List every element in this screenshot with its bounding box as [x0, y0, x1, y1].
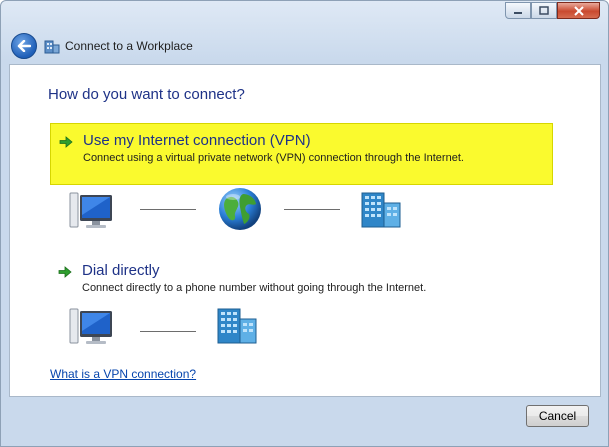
window-title: Connect to a Workplace: [65, 39, 193, 53]
connector-line: [140, 331, 196, 332]
globe-icon: [219, 188, 261, 230]
option-dial-description: Connect directly to a phone number witho…: [82, 282, 427, 294]
dialog-window: Connect to a Workplace How do you want t…: [0, 0, 609, 447]
back-arrow-icon: [17, 40, 31, 52]
close-button[interactable]: [557, 2, 600, 19]
option-dial[interactable]: Dial directly Connect directly to a phon…: [50, 254, 553, 294]
content-panel: How do you want to connect? Use my Inter…: [9, 64, 601, 397]
caption-buttons: [505, 2, 600, 19]
building-icon: [361, 192, 401, 228]
back-button[interactable]: [11, 33, 37, 59]
option-dial-title: Dial directly: [82, 262, 160, 279]
workplace-icon: [44, 40, 60, 54]
green-arrow-icon: [59, 136, 73, 148]
page-heading: How do you want to connect?: [48, 86, 245, 103]
computer-icon: [69, 192, 112, 228]
cancel-button[interactable]: Cancel: [526, 405, 589, 427]
connector-line: [284, 209, 340, 210]
green-arrow-icon: [58, 266, 72, 278]
option-vpn-description: Connect using a virtual private network …: [83, 152, 464, 164]
computer-icon: [69, 308, 112, 344]
close-icon: [573, 5, 584, 16]
option-vpn[interactable]: Use my Internet connection (VPN) Connect…: [50, 123, 553, 185]
header-bar: Connect to a Workplace: [11, 31, 598, 61]
minimize-button[interactable]: [505, 2, 531, 19]
connector-line: [140, 209, 196, 210]
building-icon: [217, 308, 257, 344]
maximize-button[interactable]: [531, 2, 557, 19]
maximize-icon: [539, 6, 549, 15]
minimize-icon: [514, 11, 522, 14]
option-vpn-title: Use my Internet connection (VPN): [83, 132, 311, 149]
vpn-help-link[interactable]: What is a VPN connection?: [50, 367, 196, 381]
